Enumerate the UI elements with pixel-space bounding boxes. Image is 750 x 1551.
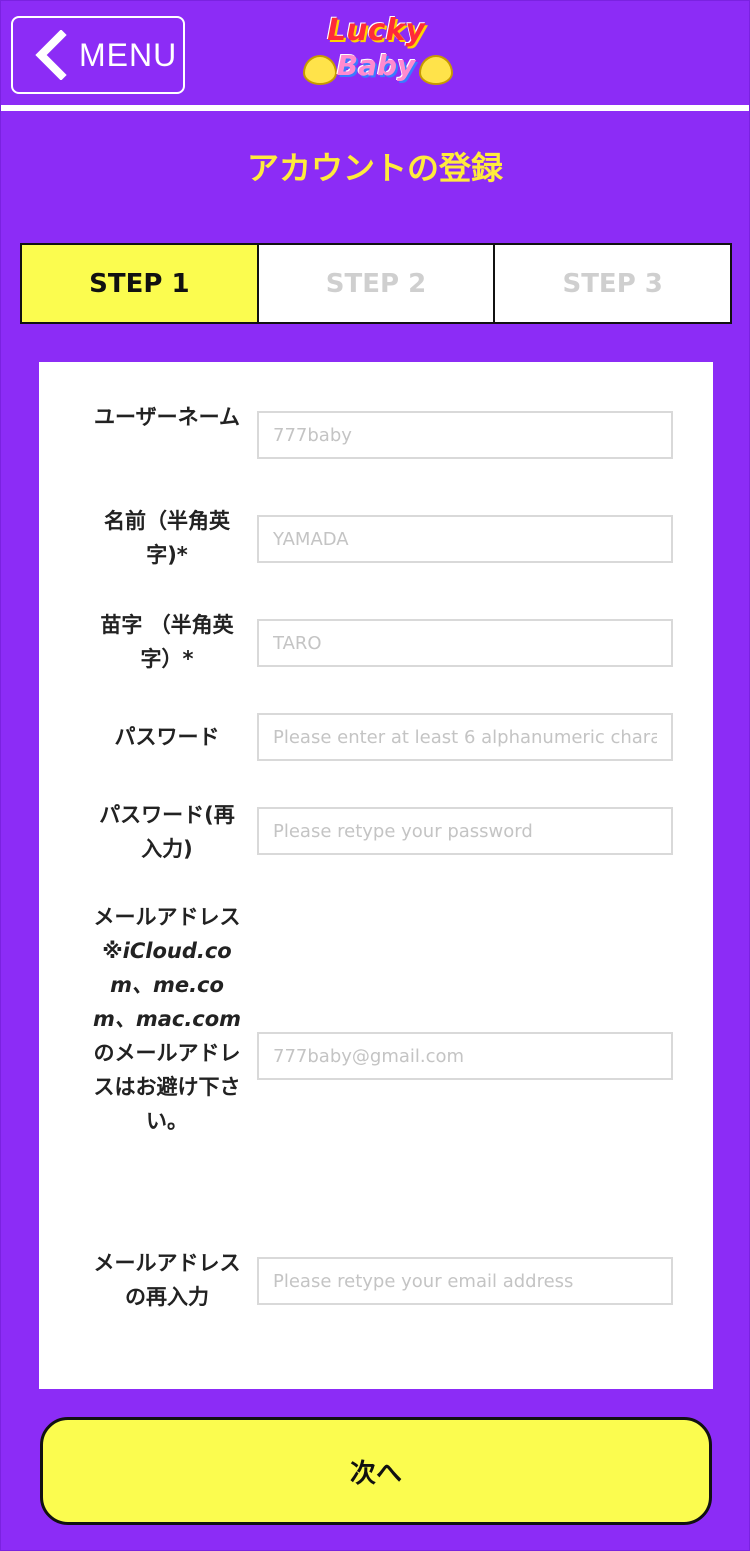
password-input[interactable] [257, 713, 673, 761]
email-input[interactable] [257, 1032, 673, 1080]
header: MENU Lucky Baby [1, 1, 749, 105]
username-label: ユーザーネーム [94, 405, 240, 429]
email-label: メールアドレス ※iCloud.com、me.com、mac.com のメールア… [89, 900, 245, 1138]
step-2-tab: STEP 2 [256, 245, 494, 322]
logo-text-lucky: Lucky [327, 13, 425, 48]
menu-button[interactable]: MENU [11, 16, 185, 94]
password-confirm-input[interactable] [257, 807, 673, 855]
first-name-input[interactable] [257, 515, 673, 563]
last-name-label: 苗字 （半角英字）* [100, 613, 234, 671]
email-label-note: ※iCloud.com、me.com、mac.com [92, 939, 242, 1031]
username-input[interactable] [257, 411, 673, 459]
chevron-left-icon [35, 30, 67, 80]
step-indicator: STEP 1 STEP 2 STEP 3 [20, 243, 732, 324]
email-label-main: メールアドレス [93, 905, 241, 929]
password-label: パスワード [114, 725, 220, 749]
menu-label: MENU [79, 36, 178, 73]
next-button[interactable]: 次へ [40, 1417, 712, 1525]
email-confirm-input[interactable] [257, 1257, 673, 1305]
logo-text-baby: Baby [336, 49, 416, 82]
first-name-label: 名前（半角英字)* [104, 509, 230, 567]
header-divider [1, 105, 749, 111]
step-3-tab: STEP 3 [493, 245, 731, 322]
email-confirm-label: メールアドレスの再入力 [93, 1251, 241, 1309]
page-title: アカウントの登録 [246, 149, 503, 187]
lucky-baby-logo[interactable]: Lucky Baby [301, 11, 453, 91]
email-label-suffix: のメールアドレスはお避け下さい。 [93, 1041, 241, 1133]
last-name-input[interactable] [257, 619, 673, 667]
registration-form: ユーザーネーム 名前（半角英字)* 苗字 （半角英字）* パスワード パスワード… [39, 362, 713, 1389]
step-1-tab: STEP 1 [22, 245, 257, 322]
password-confirm-label: パスワード(再入力) [99, 803, 235, 861]
